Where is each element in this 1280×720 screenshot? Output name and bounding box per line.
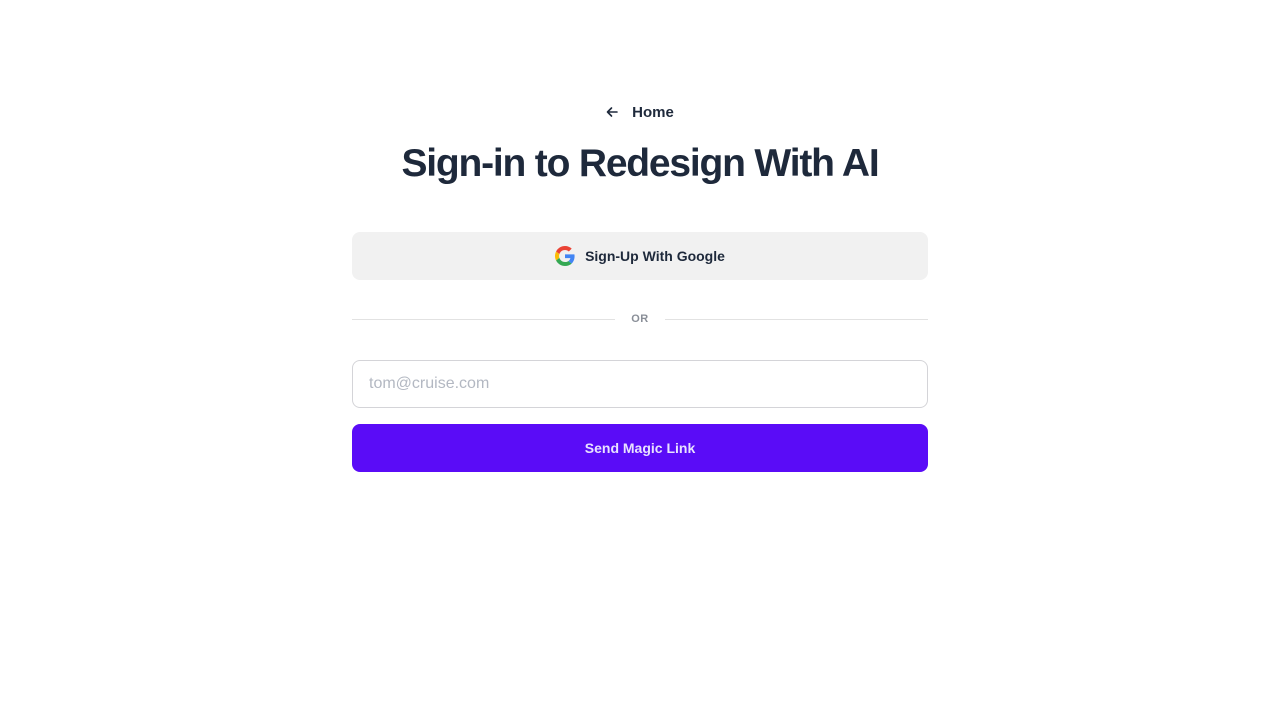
page-title: Sign-in to Redesign With AI [401,142,879,185]
send-magic-link-button[interactable]: Send Magic Link [352,424,928,472]
google-signup-label: Sign-Up With Google [585,248,725,264]
email-input[interactable] [352,360,928,408]
divider-line-right [664,318,928,320]
sign-in-page: Home Sign-in to Redesign With AI Sign-Up… [0,0,1280,720]
google-icon [555,246,575,266]
home-link-label: Home [632,103,674,121]
google-signup-button[interactable]: Sign-Up With Google [352,232,928,280]
arrow-left-icon [606,106,618,118]
or-divider: OR [352,309,928,329]
divider-label: OR [631,313,649,325]
divider-line-left [352,318,616,320]
home-link[interactable]: Home [0,101,1280,123]
